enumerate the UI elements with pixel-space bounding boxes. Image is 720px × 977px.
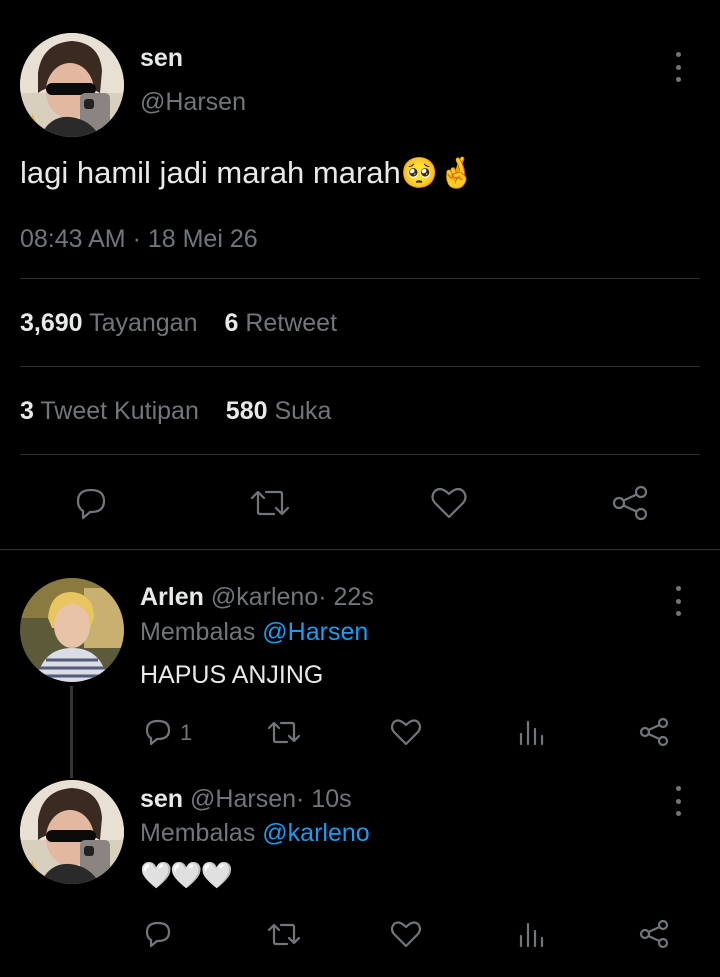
like-icon[interactable] [389,716,423,748]
reply-count: 1 [180,720,193,745]
likes-label: Suka [274,397,332,425]
divider [0,549,720,550]
reply-text: 🤍🤍🤍 [140,860,233,890]
more-options-icon[interactable] [668,586,688,616]
analytics-icon[interactable] [516,918,548,950]
divider [20,278,700,279]
reply-icon[interactable] [142,918,174,950]
reply-author-name[interactable]: Arlen [140,583,204,611]
thread-line [70,686,73,778]
stats-row-1: 3,690 Tayangan 6 Retweet [20,309,337,338]
more-options-icon[interactable] [668,52,688,82]
retweets-count: 6 [224,309,239,337]
retweet-icon[interactable] [266,918,302,950]
views-stat[interactable]: 3,690 Tayangan [20,309,198,337]
retweets-label: Retweet [245,309,338,337]
tweet-timestamp[interactable]: 08:43 AM · 18 Mei 26 [20,225,258,254]
author-handle[interactable]: @Harsen [140,88,246,117]
reply-time[interactable]: · 22s [318,583,374,611]
retweets-stat[interactable]: 6 Retweet [224,309,337,337]
reply-avatar[interactable] [20,578,124,682]
quotes-label: Tweet Kutipan [40,397,199,425]
retweet-icon[interactable] [248,484,292,522]
reply-author-handle[interactable]: @karleno [211,583,318,611]
reply-icon[interactable] [142,716,174,748]
stats-row-2: 3 Tweet Kutipan 580 Suka [20,397,331,426]
likes-count: 580 [225,397,268,425]
reply-text: HAPUS ANJING [140,661,324,689]
author-avatar[interactable] [20,33,124,137]
quotes-count: 3 [20,397,34,425]
author-name[interactable]: sen [140,44,183,73]
reply-header: sen @Harsen· 10s [140,785,352,814]
replying-to: Membalas @Harsen [140,618,368,647]
views-count: 3,690 [20,309,83,337]
replying-prefix: Membalas [140,618,256,646]
share-icon[interactable] [638,918,670,950]
replying-to: Membalas @karleno [140,819,370,848]
reply-author-handle[interactable]: @Harsen [190,785,296,813]
divider [20,366,700,367]
reply-icon[interactable] [72,484,110,522]
like-icon[interactable] [429,484,469,522]
retweet-icon[interactable] [266,716,302,748]
reply-avatar[interactable] [20,780,124,884]
share-icon[interactable] [610,484,650,522]
replying-to-handle[interactable]: @karleno [262,819,369,847]
replying-prefix: Membalas [140,819,256,847]
tweet-text: lagi hamil jadi marah marah [20,155,401,190]
tweet-text-row: lagi hamil jadi marah marah🥺🤞 [20,155,476,191]
views-label: Tayangan [89,309,198,337]
replying-to-handle[interactable]: @Harsen [262,618,368,646]
share-icon[interactable] [638,716,670,748]
likes-stat[interactable]: 580 Suka [226,397,332,425]
reply-header: Arlen @karleno· 22s [140,583,374,612]
like-icon[interactable] [389,918,423,950]
analytics-icon[interactable] [516,716,548,748]
quotes-stat[interactable]: 3 Tweet Kutipan [20,397,199,425]
reply-time[interactable]: · 10s [296,785,352,813]
divider [20,454,700,455]
more-options-icon[interactable] [668,786,688,816]
tweet-emoji: 🥺🤞 [400,157,476,190]
reply-author-name[interactable]: sen [140,785,183,813]
